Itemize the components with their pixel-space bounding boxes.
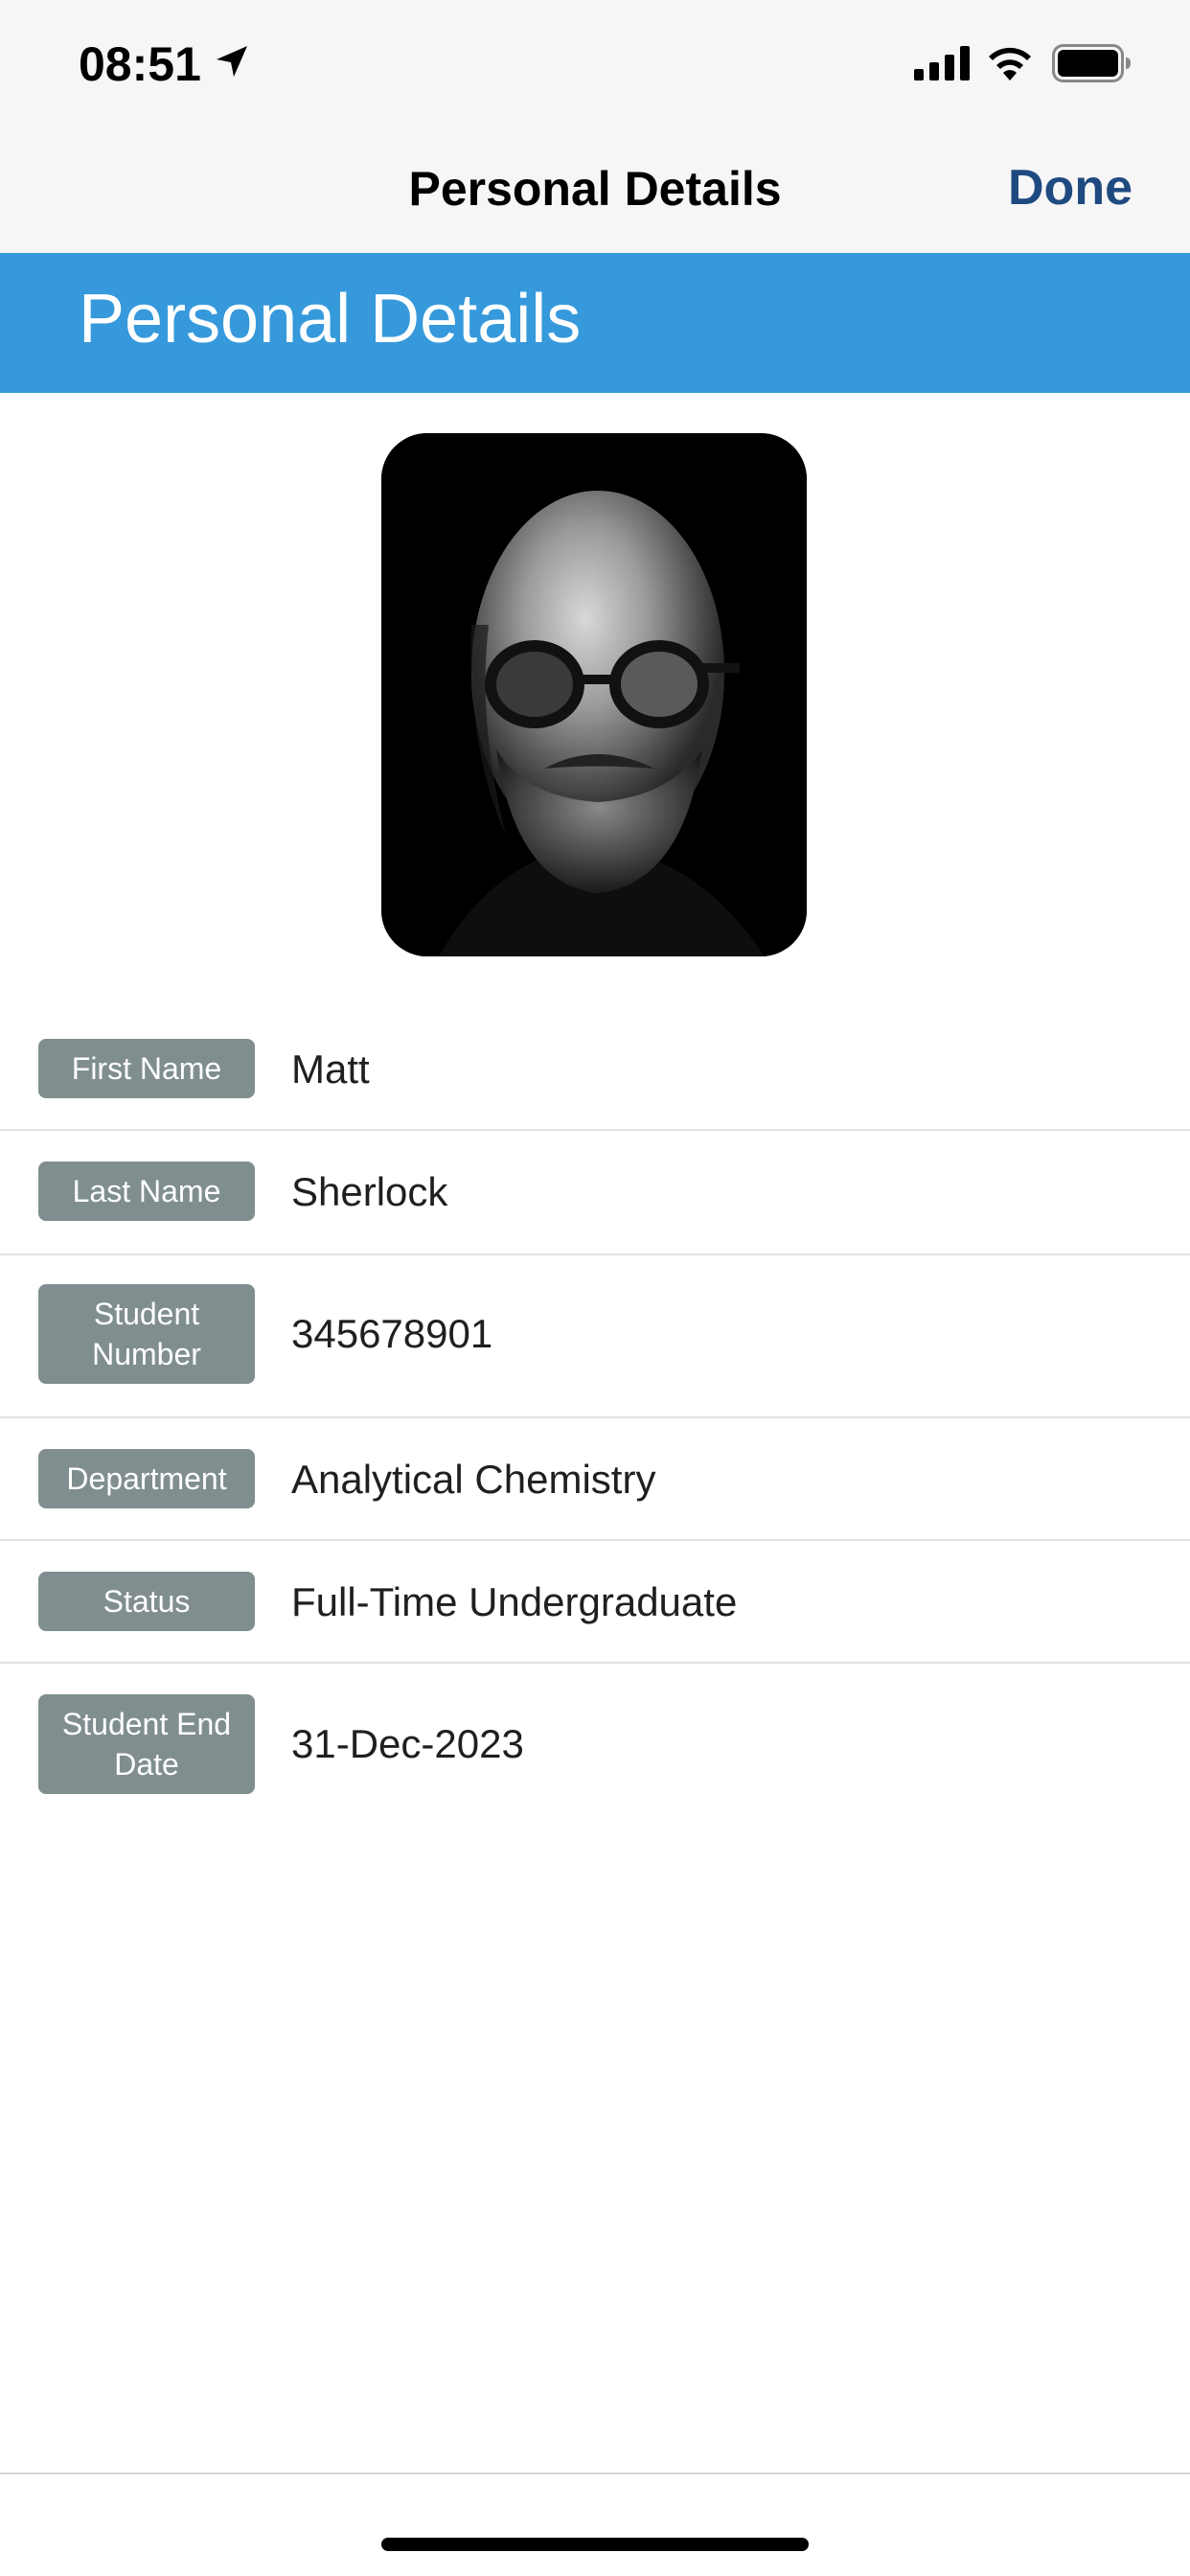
location-arrow-icon [217, 46, 247, 77]
profile-photo-image [381, 433, 807, 956]
section-header: Personal Details [0, 253, 1190, 393]
detail-row-first-name: First Name Matt [0, 1006, 1190, 1131]
status-value: Full-Time Undergraduate [291, 1579, 738, 1624]
last-name-value: Sherlock [291, 1169, 448, 1214]
bottom-divider [0, 2472, 1190, 2474]
detail-row-department: Department Analytical Chemistry [0, 1418, 1190, 1541]
first-name-value: Matt [291, 1046, 370, 1092]
department-value: Analytical Chemistry [291, 1457, 656, 1502]
home-indicator[interactable] [381, 2538, 809, 2551]
student-end-date-label: Student End Date [38, 1694, 255, 1794]
cellular-signal-icon [914, 46, 970, 80]
battery-icon [1052, 44, 1131, 82]
department-label: Department [38, 1449, 255, 1508]
first-name-label: First Name [38, 1039, 255, 1098]
detail-row-student-end-date: Student End Date 31-Dec-2023 [0, 1664, 1190, 1827]
detail-row-last-name: Last Name Sherlock [0, 1131, 1190, 1255]
wifi-icon [989, 47, 1031, 80]
section-title: Personal Details [79, 281, 582, 357]
detail-row-student-number: Student Number 345678901 [0, 1255, 1190, 1418]
done-button[interactable]: Done [1008, 159, 1133, 217]
navigation-bar: Personal Details Done [0, 126, 1190, 253]
detail-row-status: Status Full-Time Undergraduate [0, 1541, 1190, 1664]
student-number-value: 345678901 [291, 1311, 493, 1356]
status-time: 08:51 [79, 37, 201, 91]
profile-photo [381, 433, 807, 956]
last-name-label: Last Name [38, 1162, 255, 1221]
status-label: Status [38, 1572, 255, 1631]
student-number-label: Student Number [38, 1284, 255, 1384]
student-end-date-value: 31-Dec-2023 [291, 1721, 524, 1766]
status-bar: 08:51 [0, 0, 1190, 126]
